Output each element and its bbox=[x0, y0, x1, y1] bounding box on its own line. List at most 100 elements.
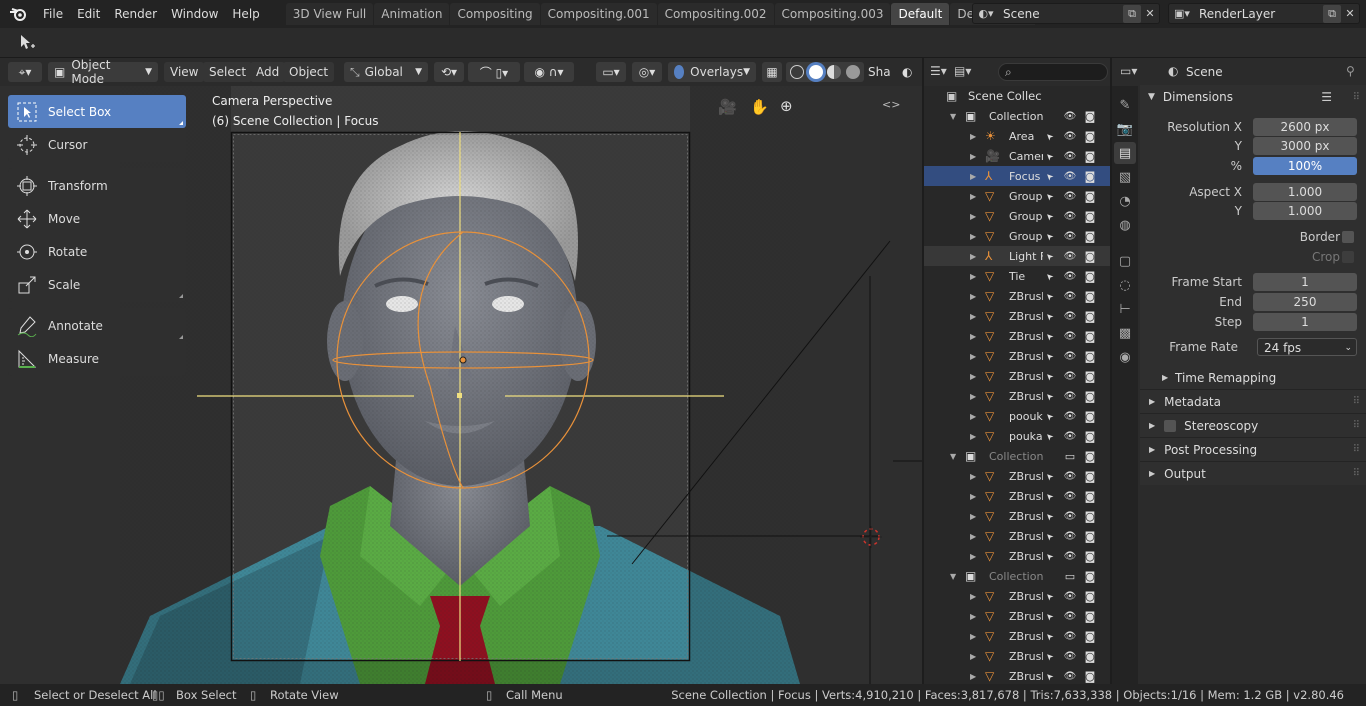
expand-right-icon[interactable]: ▶ bbox=[970, 192, 976, 201]
workspace-tab[interactable]: 3D View Full bbox=[285, 3, 374, 25]
outliner-object-row[interactable]: ▶ ▽ ZBrusl ➤ 👁 ◙ bbox=[924, 646, 1110, 666]
shading-popover[interactable]: Sha bbox=[864, 62, 895, 82]
aspect-x-field[interactable]: 1.000 bbox=[1253, 182, 1357, 201]
outliner-object-row[interactable]: ▶ ▽ ZBrusl ➤ 👁 ◙ bbox=[924, 346, 1110, 366]
render-camera-icon[interactable]: ◙ bbox=[1082, 648, 1098, 664]
eye-icon[interactable]: 👁 bbox=[1062, 468, 1078, 484]
workspace-tab[interactable]: Compositing.001 bbox=[540, 3, 657, 25]
eye-icon[interactable]: 👁 bbox=[1062, 108, 1078, 124]
active-tool-icon[interactable] bbox=[14, 32, 40, 54]
expand-right-icon[interactable]: ▶ bbox=[970, 412, 976, 421]
outliner-search-input[interactable]: ⌕ bbox=[998, 63, 1108, 81]
tool-tab-icon[interactable]: ✎ bbox=[1114, 94, 1136, 116]
aspect-y-field[interactable]: 1.000 bbox=[1253, 201, 1357, 220]
object-tab-icon[interactable]: ▢ bbox=[1114, 250, 1136, 272]
pin-icon[interactable]: ⚲ bbox=[1346, 64, 1355, 78]
eye-icon[interactable]: 👁 bbox=[1062, 128, 1078, 144]
stereoscopy-panel-header[interactable]: ▶ Stereoscopy ⠿ bbox=[1140, 413, 1366, 437]
expand-right-icon[interactable]: ▶ bbox=[970, 212, 976, 221]
constraints-tab-icon[interactable]: ⊢ bbox=[1114, 298, 1136, 320]
outliner-object-row[interactable]: ▶ ▽ Group ➤ 👁 ◙ bbox=[924, 186, 1110, 206]
expand-right-icon[interactable]: ▶ bbox=[970, 132, 976, 141]
world-tab-icon[interactable]: ◍ bbox=[1114, 214, 1136, 236]
view-layer-tab-icon[interactable]: ▧ bbox=[1114, 166, 1136, 188]
workspace-tab[interactable]: Animation bbox=[374, 3, 450, 25]
overlays-button[interactable]: Overlays ▼ bbox=[668, 62, 756, 82]
eye-icon[interactable]: 👁 bbox=[1062, 248, 1078, 264]
eye-icon[interactable]: 👁 bbox=[1062, 548, 1078, 564]
render-layer-selector[interactable]: ▣▾ RenderLayer ⧉ ✕ bbox=[1168, 3, 1360, 24]
menu-view[interactable]: View bbox=[164, 62, 205, 82]
resolution-percent-field[interactable]: 100% bbox=[1253, 156, 1357, 175]
outliner-object-row[interactable]: ▶ 🎥 Camer ➤ 👁 ◙ bbox=[924, 146, 1110, 166]
outliner-object-row[interactable]: ▶ ▽ ZBrusl ➤ 👁 ◙ bbox=[924, 486, 1110, 506]
outliner-object-row[interactable]: ▶ ▽ Group ➤ 👁 ◙ bbox=[924, 206, 1110, 226]
outliner-object-row[interactable]: ▶ ▽ Group ➤ 👁 ◙ bbox=[924, 226, 1110, 246]
pan-hand-icon[interactable]: ✋ bbox=[750, 98, 769, 116]
tool-select-box[interactable]: Select Box bbox=[8, 95, 186, 128]
scene-tab-icon[interactable]: ◔ bbox=[1114, 190, 1136, 212]
copy-layer-icon[interactable]: ⧉ bbox=[1323, 4, 1341, 23]
outliner-object-row[interactable]: ▶ ▽ ZBrusl ➤ 👁 ◙ bbox=[924, 666, 1110, 684]
outliner-object-row[interactable]: ▶ ▽ ZBrusl ➤ 👁 ◙ bbox=[924, 606, 1110, 626]
render-camera-icon[interactable]: ◙ bbox=[1082, 428, 1098, 444]
render-camera-icon[interactable]: ◙ bbox=[1082, 508, 1098, 524]
gizmo-icon[interactable]: ◎▾ bbox=[632, 62, 662, 82]
eye-icon[interactable]: 👁 bbox=[1062, 648, 1078, 664]
viewport-display-icon[interactable]: ▭ bbox=[1062, 568, 1078, 584]
eye-icon[interactable]: 👁 bbox=[1062, 428, 1078, 444]
expand-right-icon[interactable]: ▶ bbox=[970, 172, 976, 181]
expand-right-icon[interactable]: ▶ bbox=[970, 232, 976, 241]
render-camera-icon[interactable]: ◙ bbox=[1082, 328, 1098, 344]
display-mode-icon[interactable]: ▤▾ bbox=[954, 64, 971, 78]
render-camera-icon[interactable]: ◙ bbox=[1082, 268, 1098, 284]
eye-icon[interactable]: 👁 bbox=[1062, 628, 1078, 644]
tool-measure[interactable]: Measure bbox=[8, 342, 186, 375]
eye-icon[interactable]: 👁 bbox=[1062, 388, 1078, 404]
editor-type-icon[interactable]: ⌖▾ bbox=[8, 62, 42, 82]
outliner-object-row[interactable]: ▶ ▽ ZBrusl ➤ 👁 ◙ bbox=[924, 326, 1110, 346]
menu-select[interactable]: Select bbox=[203, 62, 253, 82]
pivot-icon[interactable]: ⟲▾ bbox=[434, 62, 464, 82]
render-camera-icon[interactable]: ◙ bbox=[1082, 128, 1098, 144]
3d-viewport[interactable]: Camera Perspective (6) Scene Collection … bbox=[0, 86, 922, 684]
snap-icon[interactable]: ⌒ ▯▾ bbox=[468, 62, 520, 82]
blender-logo-icon[interactable] bbox=[0, 0, 36, 28]
menu-window[interactable]: Window bbox=[164, 0, 225, 28]
border-checkbox[interactable] bbox=[1342, 230, 1354, 243]
render-camera-icon[interactable]: ◙ bbox=[1082, 388, 1098, 404]
outliner-editor-type-icon[interactable]: ☰▾ bbox=[930, 64, 947, 78]
eye-icon[interactable]: 👁 bbox=[1062, 168, 1078, 184]
eye-icon[interactable]: 👁 bbox=[1062, 188, 1078, 204]
workspace-tab[interactable]: Compositing.002 bbox=[657, 3, 774, 25]
expand-right-icon[interactable]: ▶ bbox=[970, 652, 976, 661]
render-camera-icon[interactable]: ◙ bbox=[1082, 108, 1098, 124]
camera-view-icon[interactable]: 🎥 bbox=[718, 98, 737, 116]
split-area-icon[interactable]: <> bbox=[882, 98, 900, 111]
frame-end-field[interactable]: 250 bbox=[1253, 292, 1357, 311]
expand-right-icon[interactable]: ▶ bbox=[970, 472, 976, 481]
render-camera-icon[interactable]: ◙ bbox=[1082, 548, 1098, 564]
render-camera-icon[interactable]: ◙ bbox=[1082, 448, 1098, 464]
expand-right-icon[interactable]: ▶ bbox=[970, 492, 976, 501]
tool-cursor[interactable]: Cursor bbox=[8, 128, 186, 161]
outliner-collection-row[interactable]: ▼ ▣ Collection ▭ ◙ bbox=[924, 446, 1110, 466]
menu-add[interactable]: Add bbox=[250, 62, 286, 82]
expand-right-icon[interactable]: ▶ bbox=[970, 672, 976, 681]
xray-icon[interactable]: ▦ bbox=[762, 62, 782, 82]
expand-right-icon[interactable]: ▶ bbox=[970, 272, 976, 281]
solid-shading-icon[interactable] bbox=[808, 65, 823, 79]
tool-scale[interactable]: Scale bbox=[8, 268, 186, 301]
crop-checkbox[interactable] bbox=[1342, 250, 1354, 263]
eye-icon[interactable]: 👁 bbox=[1062, 348, 1078, 364]
outliner-object-row[interactable]: ▶ ▽ ZBrusl ➤ 👁 ◙ bbox=[924, 306, 1110, 326]
selectable-arrow-icon[interactable]: ➤ bbox=[1039, 545, 1062, 568]
dimensions-panel-header[interactable]: ▼ Dimensions ☰ ⠿ bbox=[1140, 85, 1366, 109]
render-camera-icon[interactable]: ◙ bbox=[1082, 668, 1098, 684]
render-tab-icon[interactable]: 📷 bbox=[1114, 118, 1136, 140]
render-camera-icon[interactable]: ◙ bbox=[1082, 488, 1098, 504]
expand-right-icon[interactable]: ▶ bbox=[970, 632, 976, 641]
menu-object[interactable]: Object bbox=[283, 62, 335, 82]
render-camera-icon[interactable]: ◙ bbox=[1082, 528, 1098, 544]
expand-down-icon[interactable]: ▼ bbox=[950, 112, 956, 121]
